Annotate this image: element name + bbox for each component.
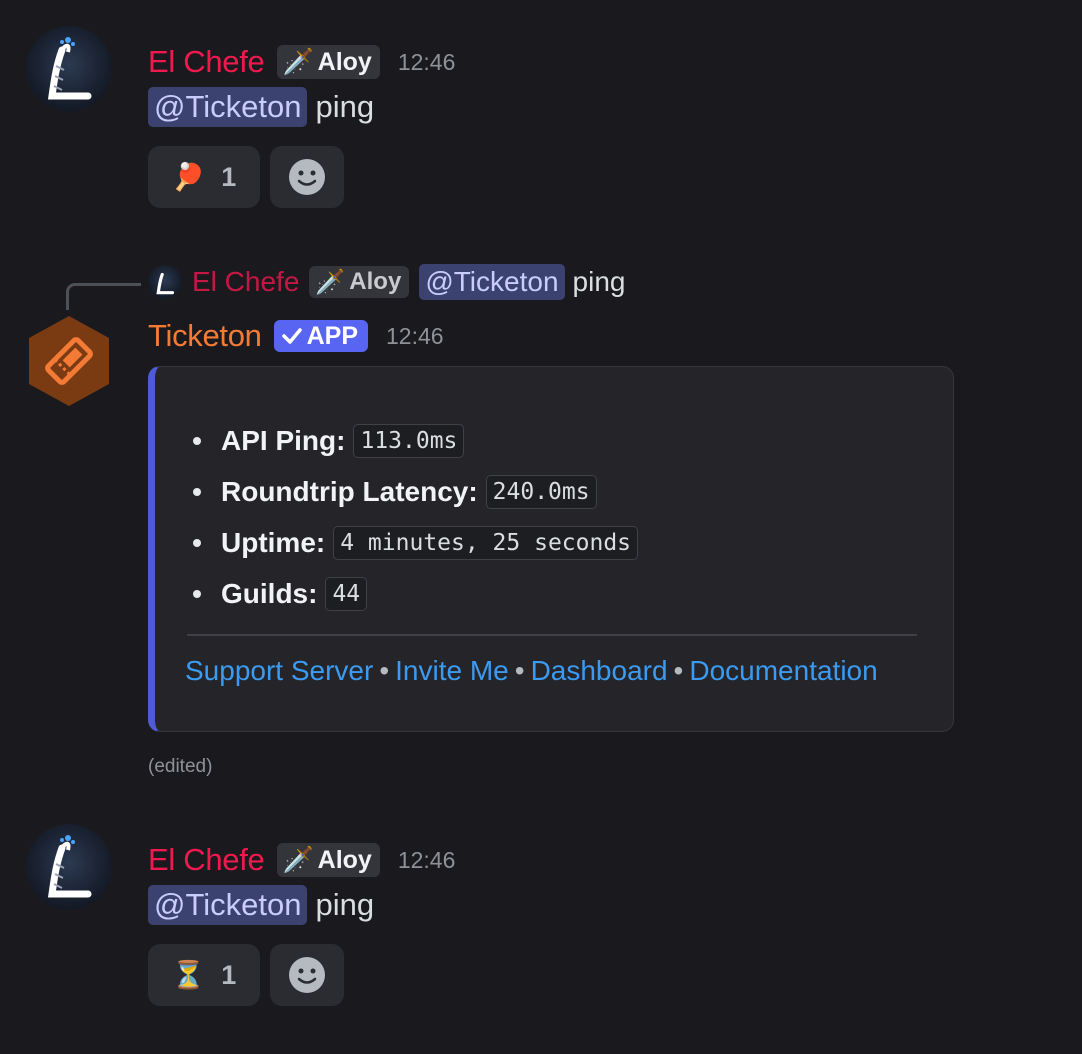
reply-avatar xyxy=(148,265,182,299)
bullet xyxy=(193,436,201,445)
reply-guild-tag-label: Aloy xyxy=(349,268,402,295)
bullet xyxy=(193,538,201,547)
invite-me-link[interactable]: Invite Me xyxy=(395,655,509,687)
app-badge: APP xyxy=(273,320,369,352)
timestamp[interactable]: 12:46 xyxy=(398,49,456,76)
field-label: Roundtrip Latency: xyxy=(221,475,478,507)
author-name[interactable]: El Chefe xyxy=(148,842,265,878)
separator: • xyxy=(673,655,684,686)
smiley-icon xyxy=(289,957,325,993)
field-label: Uptime: xyxy=(221,526,326,558)
list-item: Guilds: 44 xyxy=(193,568,638,619)
guild-tag-label: Aloy xyxy=(317,47,372,76)
field-value: 113.0ms xyxy=(353,423,465,458)
reaction-count: 1 xyxy=(221,161,237,192)
sword-icon: 🗡️ xyxy=(282,47,314,76)
reactions: 🏓 1 xyxy=(148,146,344,208)
app-badge-label: APP xyxy=(306,321,359,350)
reply-text: ping xyxy=(572,266,626,297)
reaction-count: 1 xyxy=(221,959,237,990)
guild-tag[interactable]: 🗡️ Aloy xyxy=(276,843,380,877)
reaction-ping-pong[interactable]: 🏓 1 xyxy=(148,146,260,208)
reactions: ⏳ 1 xyxy=(148,944,344,1006)
field-label: Guilds: xyxy=(221,577,318,609)
support-server-link[interactable]: Support Server xyxy=(185,655,373,687)
author-name[interactable]: El Chefe xyxy=(148,44,265,80)
guild-tag[interactable]: 🗡️ Aloy xyxy=(276,45,380,79)
reply-mention[interactable]: @Ticketon xyxy=(419,264,565,300)
dashboard-link[interactable]: Dashboard xyxy=(531,655,668,687)
embed-links: Support Server • Invite Me • Dashboard •… xyxy=(185,655,878,687)
message-text: ping xyxy=(315,89,375,124)
embed: API Ping: 113.0ms Roundtrip Latency: 240… xyxy=(148,366,954,732)
reply-preview[interactable]: El Chefe 🗡️ Aloy @Ticketon ping xyxy=(148,264,625,300)
guild-tag-label: Aloy xyxy=(317,845,372,874)
timestamp[interactable]: 12:46 xyxy=(398,847,456,874)
add-reaction-button[interactable] xyxy=(270,146,344,208)
user-mention[interactable]: @Ticketon xyxy=(148,87,308,127)
field-label: API Ping: xyxy=(221,424,346,456)
list-item: Roundtrip Latency: 240.0ms xyxy=(193,466,638,517)
edited-label: (edited) xyxy=(148,756,213,777)
smiley-icon xyxy=(289,159,325,195)
message-text: ping xyxy=(315,887,375,922)
embed-divider xyxy=(187,634,917,636)
field-value: 44 xyxy=(325,576,368,611)
bot-header: Ticketon APP 12:46 xyxy=(148,318,444,354)
add-reaction-button[interactable] xyxy=(270,944,344,1006)
stats-list: API Ping: 113.0ms Roundtrip Latency: 240… xyxy=(193,415,639,619)
message-content: @Ticketon ping xyxy=(148,87,374,127)
timestamp[interactable]: 12:46 xyxy=(386,323,444,350)
hourglass-icon: ⏳ xyxy=(171,960,206,990)
user-mention[interactable]: @Ticketon xyxy=(148,885,308,925)
bot-avatar[interactable] xyxy=(26,314,112,408)
user-avatar[interactable] xyxy=(26,26,112,112)
list-item: Uptime: 4 minutes, 25 seconds xyxy=(193,517,639,568)
reply-connector xyxy=(66,283,141,310)
reaction-hourglass[interactable]: ⏳ 1 xyxy=(148,944,260,1006)
sword-icon: 🗡️ xyxy=(315,268,346,296)
user-avatar[interactable] xyxy=(26,824,112,910)
list-item: API Ping: 113.0ms xyxy=(193,415,638,466)
reply-author-name[interactable]: El Chefe xyxy=(192,266,299,298)
field-value: 240.0ms xyxy=(485,474,597,509)
bot-name[interactable]: Ticketon xyxy=(148,318,262,354)
checkmark-icon xyxy=(281,328,302,344)
documentation-link[interactable]: Documentation xyxy=(689,655,877,687)
bullet xyxy=(193,487,201,496)
message-header: El Chefe 🗡️ Aloy 12:46 xyxy=(148,842,455,878)
reply-guild-tag: 🗡️ Aloy xyxy=(309,266,410,298)
separator: • xyxy=(514,655,525,686)
message-header: El Chefe 🗡️ Aloy 12:46 xyxy=(148,44,455,80)
ping-pong-icon: 🏓 xyxy=(171,162,206,192)
bullet xyxy=(193,589,201,598)
separator: • xyxy=(379,655,390,686)
sword-icon: 🗡️ xyxy=(282,845,314,874)
message-content: @Ticketon ping xyxy=(148,885,374,925)
field-value: 4 minutes, 25 seconds xyxy=(333,525,639,560)
